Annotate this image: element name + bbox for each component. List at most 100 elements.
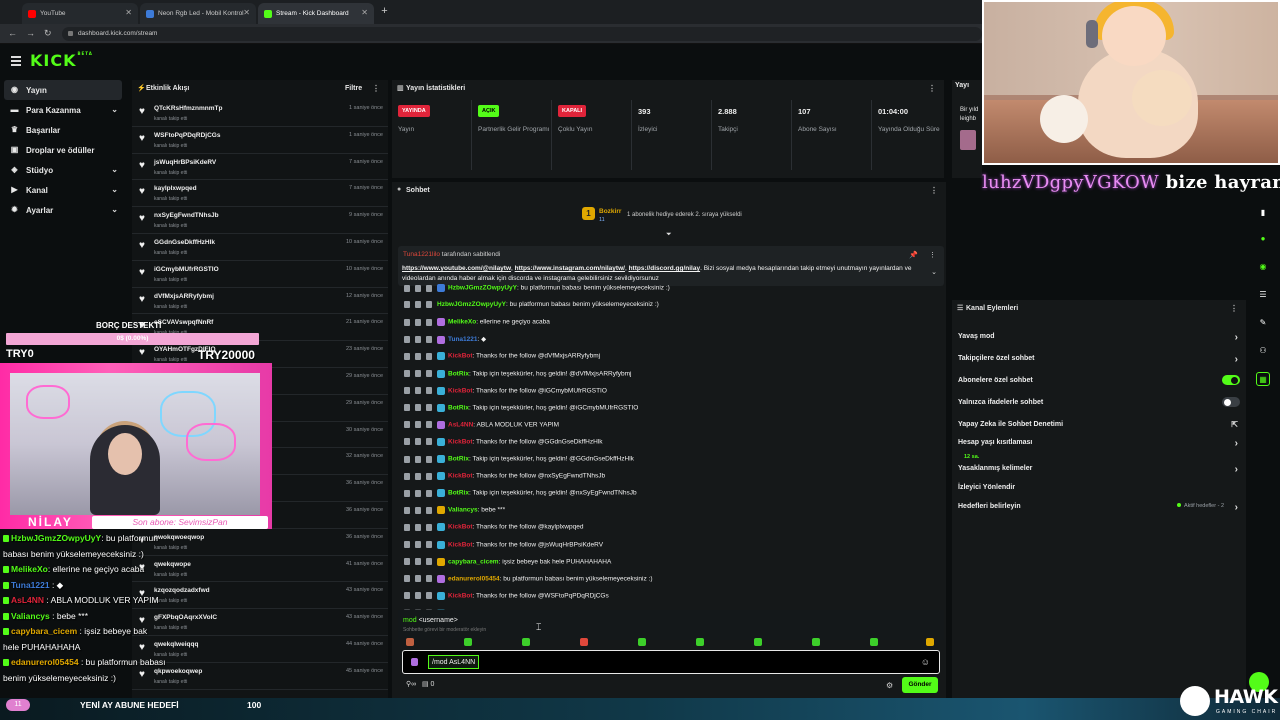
chat-username[interactable]: KickBot	[448, 473, 473, 480]
channel-action-row[interactable]: Abonelere özel sohbet	[958, 375, 1242, 385]
sidebar-item-yayin[interactable]: ◉ Yayın	[4, 80, 122, 100]
timeout-icon[interactable]	[415, 523, 421, 531]
channel-action-row[interactable]: Hesap yaşı kısıtlaması › 12 sa.	[958, 438, 1242, 460]
tab-youtube[interactable]: YouTube ✕	[22, 3, 138, 24]
timeout-icon[interactable]	[415, 575, 421, 583]
ban-icon[interactable]	[426, 472, 432, 480]
ban-icon[interactable]	[426, 421, 432, 429]
gift-user[interactable]: Bozkirr	[599, 208, 621, 215]
command-suggestion[interactable]: mod <username> Sohbette görevi bir moder…	[398, 610, 944, 640]
trash-icon[interactable]	[404, 592, 410, 600]
timeout-icon[interactable]	[415, 301, 421, 309]
ban-icon[interactable]	[426, 336, 432, 344]
filter-button[interactable]: Filtre	[345, 85, 362, 92]
toggle-switch[interactable]	[1222, 375, 1240, 385]
trash-icon[interactable]	[404, 352, 410, 360]
timeout-icon[interactable]	[415, 472, 421, 480]
chat-input-value[interactable]: /mod AsL4NN	[428, 655, 480, 669]
timeout-icon[interactable]	[415, 558, 421, 566]
chat-username[interactable]: HzbwJGmzZOwpyUyY	[437, 301, 506, 308]
trash-icon[interactable]	[404, 558, 410, 566]
ban-icon[interactable]	[426, 438, 432, 446]
trash-icon[interactable]	[404, 370, 410, 377]
trash-icon[interactable]	[404, 301, 410, 309]
ban-icon[interactable]	[426, 370, 432, 377]
activity-username[interactable]: kaylplxwpqed	[154, 185, 197, 192]
chat-username[interactable]: KickBot	[448, 593, 473, 600]
chat-username[interactable]: HzbwJGmzZOwpyUyY	[448, 285, 517, 292]
ban-icon[interactable]	[426, 455, 432, 463]
document-icon[interactable]: ▮	[1256, 206, 1270, 220]
more-icon[interactable]: ⋮	[928, 84, 936, 93]
activity-username[interactable]: eSCVAVswpqfNnRf	[154, 319, 213, 326]
more-icon[interactable]: ⋮	[930, 186, 938, 195]
trash-icon[interactable]	[404, 421, 410, 429]
sidebar-item-basarilar[interactable]: ♛ Başarılar	[0, 120, 128, 140]
grid-icon[interactable]: ▦	[1256, 372, 1270, 386]
hamburger-menu-icon[interactable]	[11, 56, 21, 66]
wrench-icon[interactable]: ✎	[1256, 316, 1270, 330]
chat-username[interactable]: KickBot	[448, 541, 473, 548]
pinned-link-instagram[interactable]: https://www.instagram.com/nilaytw/	[515, 265, 625, 272]
ban-icon[interactable]	[426, 506, 432, 514]
trash-icon[interactable]	[404, 489, 410, 497]
timeout-icon[interactable]	[415, 370, 421, 377]
new-tab-button[interactable]: +	[378, 5, 391, 18]
trash-icon[interactable]	[404, 404, 410, 412]
ban-icon[interactable]	[426, 301, 432, 309]
ban-icon[interactable]	[426, 387, 432, 395]
activity-row[interactable]: ♥ jsWuqHrBPsiKdeRV kanalı takip etti 7 sani…	[132, 154, 388, 181]
trash-icon[interactable]	[404, 575, 410, 583]
kick-logo[interactable]: KICKBETA	[30, 51, 93, 70]
emote-icon[interactable]	[754, 638, 762, 646]
emote-icon[interactable]	[812, 638, 820, 646]
ban-icon[interactable]	[426, 489, 432, 497]
trash-icon[interactable]	[404, 284, 410, 292]
chat-username[interactable]: edanurerol05454	[448, 575, 500, 582]
trash-icon[interactable]	[404, 387, 410, 395]
activity-row[interactable]: ♥ WSFtoPqPDqRDjCGs kanalı takip etti 1 sani…	[132, 127, 388, 154]
reload-icon[interactable]: ↻	[44, 28, 52, 39]
timeout-icon[interactable]	[415, 592, 421, 600]
trash-icon[interactable]	[404, 438, 410, 446]
trash-icon[interactable]	[404, 336, 410, 344]
activity-username[interactable]: GGdnGseDkffHzHlk	[154, 239, 215, 246]
ban-icon[interactable]	[426, 558, 432, 566]
chat-bubble-icon[interactable]: ●	[1256, 232, 1270, 246]
more-icon[interactable]: ⋮	[929, 251, 936, 259]
pinned-by-user[interactable]: Tuna1221lilo	[403, 251, 440, 258]
ban-icon[interactable]	[426, 404, 432, 412]
channel-action-row[interactable]: Yapay Zeka ile Sohbet Denetimi ⇱	[958, 420, 1242, 429]
emote-icon[interactable]	[926, 638, 934, 646]
chat-username[interactable]: BotRix	[448, 490, 469, 497]
ban-icon[interactable]	[426, 575, 432, 583]
chevron-down-icon[interactable]: ⌄	[931, 268, 937, 276]
tab-neon-rgb[interactable]: Neon Rgb Led - Mobil Kontrol ✕	[140, 3, 256, 24]
close-icon[interactable]: ✕	[361, 8, 368, 17]
trash-icon[interactable]	[404, 472, 410, 480]
sidebar-item-para-kazanma[interactable]: ▬ Para Kazanma ⌄	[0, 100, 128, 120]
activity-row[interactable]: ♥ dVfMxjsARRyfybmj kanalı takip etti 12 san…	[132, 288, 388, 315]
chat-username[interactable]: capybara_cicem	[448, 558, 499, 565]
chat-username[interactable]: AsL4NN	[448, 422, 473, 429]
channel-action-row[interactable]: Hedefleri belirleyin › Aktif hedefler - 2	[958, 502, 1242, 513]
emote-icon[interactable]	[406, 638, 414, 646]
pinned-link-discord[interactable]: https://discord.gg/nilay	[629, 265, 701, 272]
timeout-icon[interactable]	[415, 506, 421, 514]
pinned-link-youtube[interactable]: https://www.youtube.com/@nilaytw	[402, 265, 511, 272]
trash-icon[interactable]	[404, 541, 410, 548]
activity-row[interactable]: ♥ kaylplxwpqed kanalı takip etti 7 saniye ö…	[132, 180, 388, 208]
chat-username[interactable]: BotRix	[448, 370, 469, 377]
forward-icon[interactable]: →	[26, 28, 35, 38]
close-icon[interactable]: ✕	[243, 8, 250, 17]
channel-action-row[interactable]: Yasaklanmış kelimeler ›	[958, 464, 1242, 475]
timeout-icon[interactable]	[415, 336, 421, 344]
chat-username[interactable]: Tuna1221	[448, 336, 478, 343]
chat-username[interactable]: KickBot	[448, 439, 473, 446]
list-icon[interactable]: ☰	[1256, 288, 1270, 302]
chevron-down-icon[interactable]: ⏷	[666, 231, 672, 239]
back-icon[interactable]: ←	[8, 28, 17, 38]
chat-username[interactable]: BotRix	[448, 404, 469, 411]
sidebar-item-droplar[interactable]: ▣ Droplar ve ödüller	[0, 140, 128, 160]
emote-icon[interactable]	[464, 638, 472, 646]
